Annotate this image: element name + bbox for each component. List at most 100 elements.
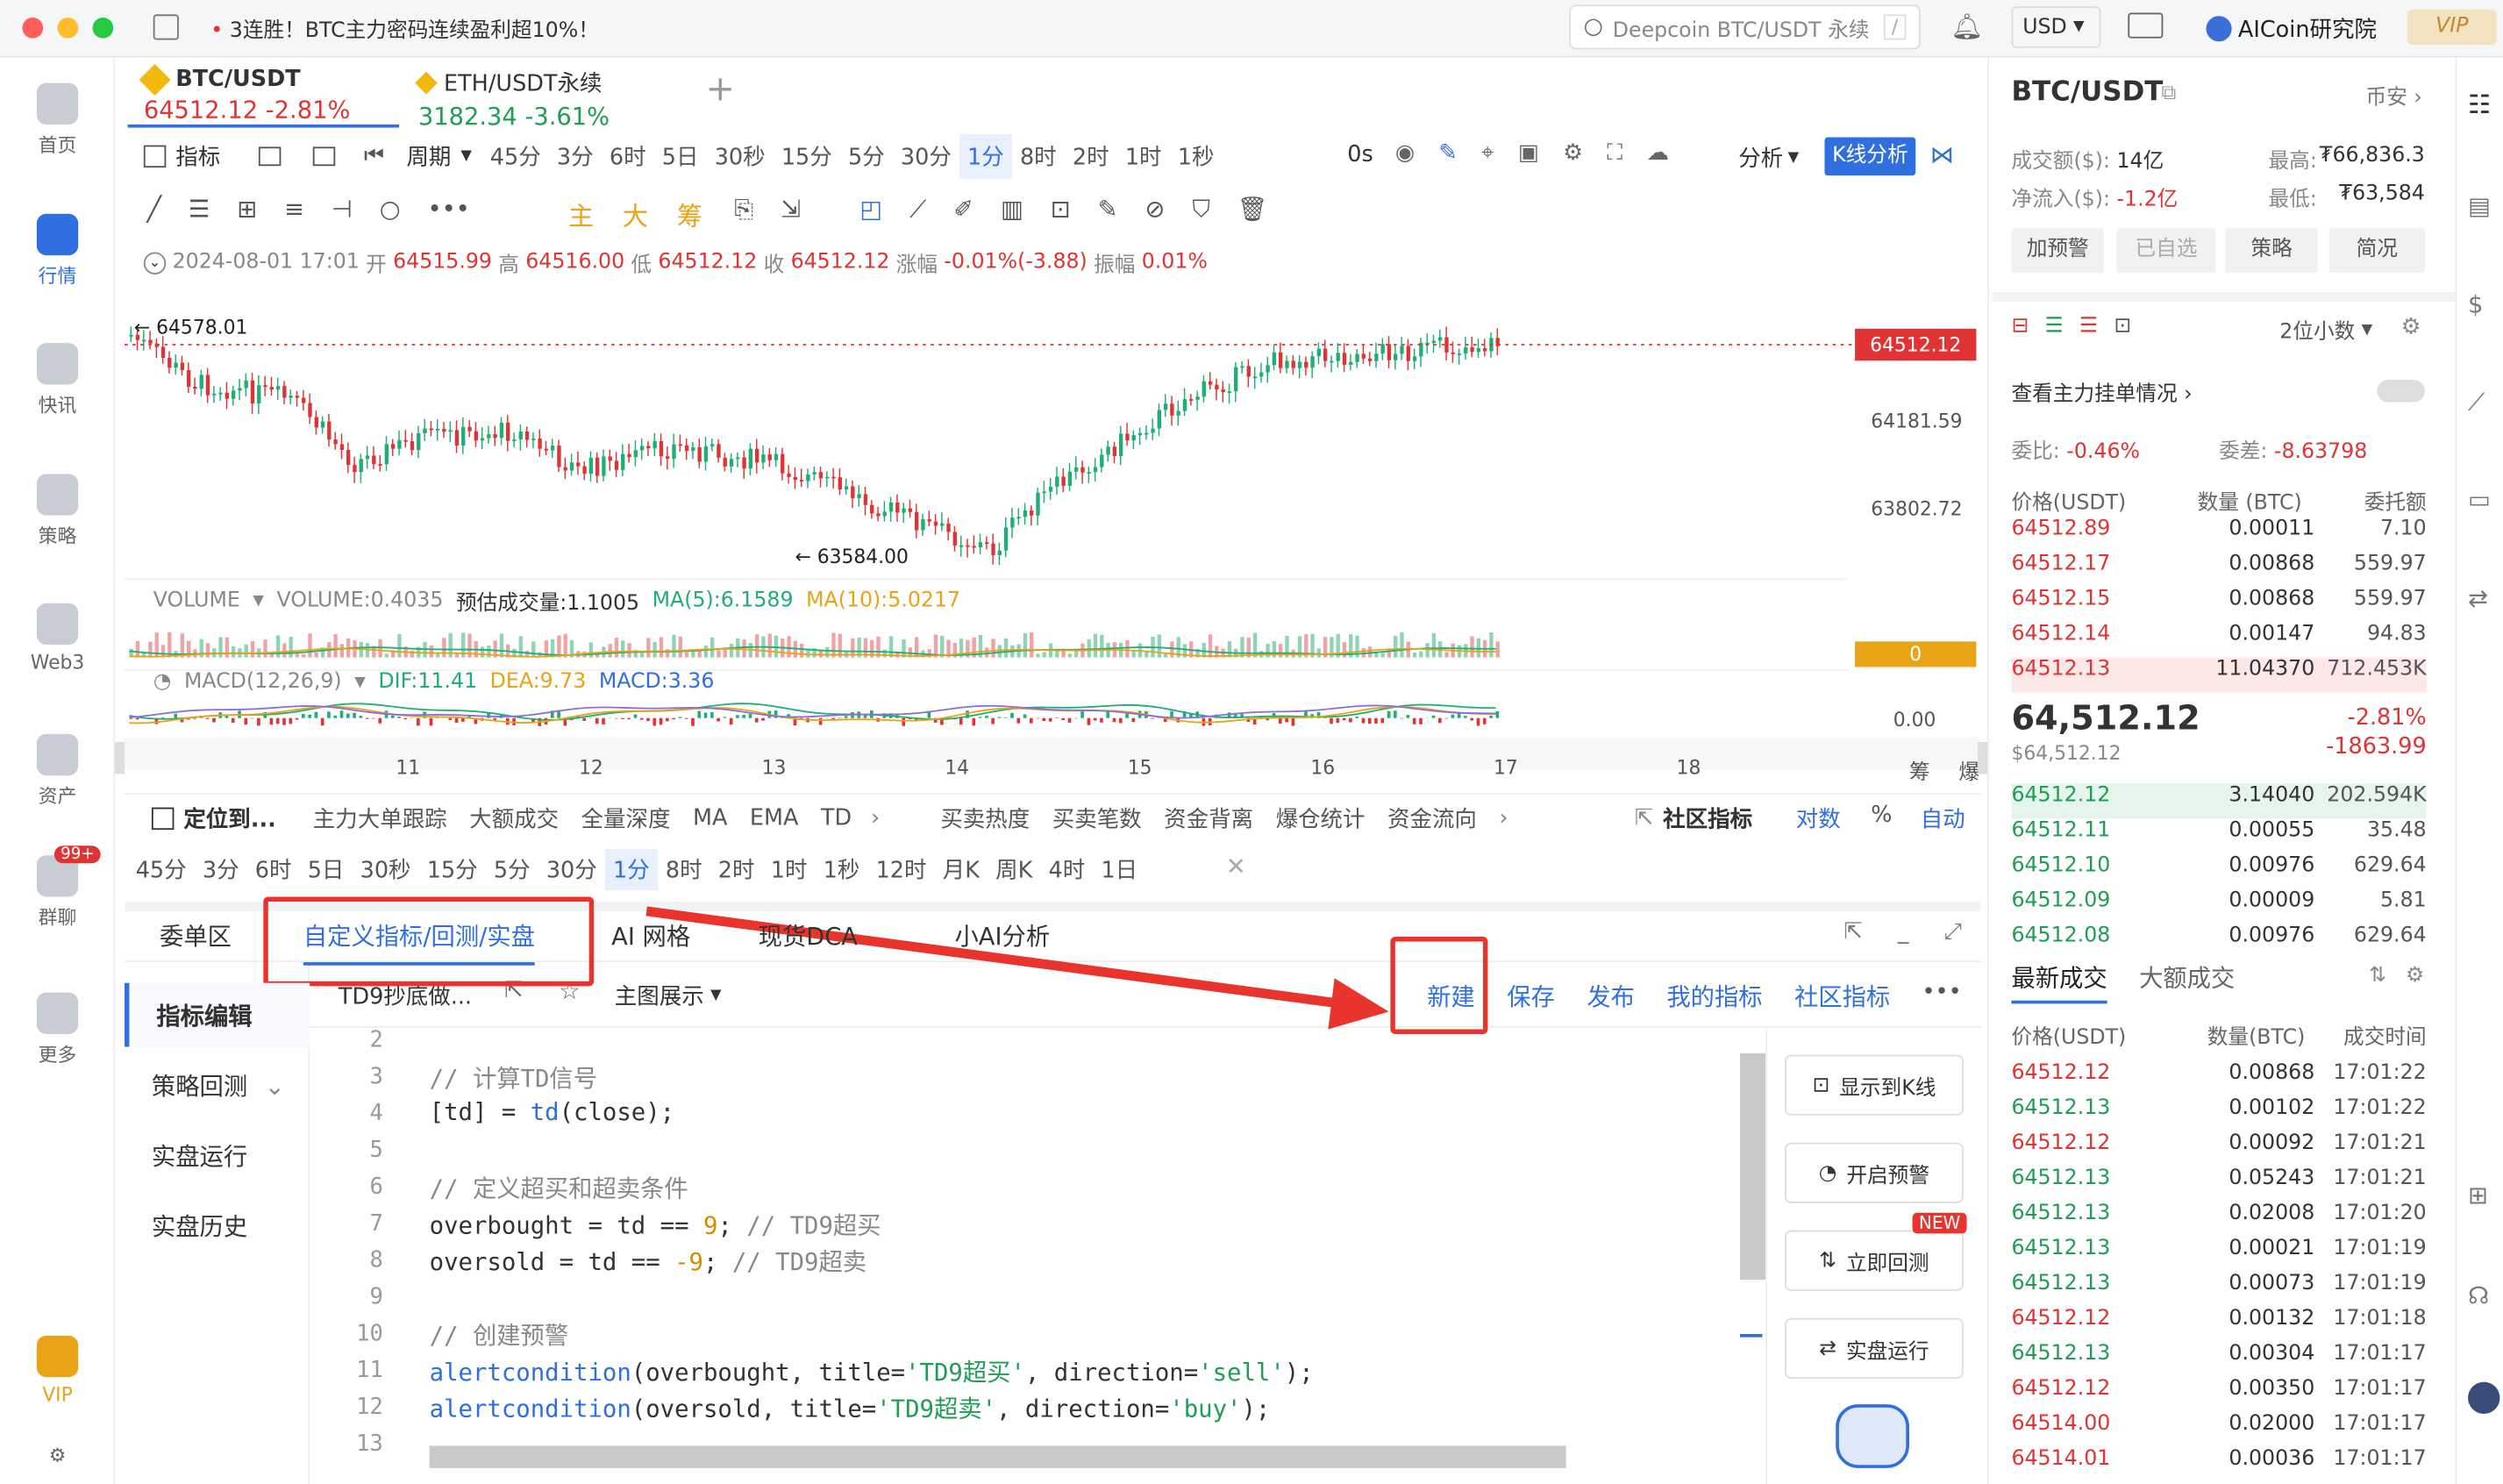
right-icon-strip bbox=[2455, 57, 2503, 1484]
line-number: 10 bbox=[356, 1321, 383, 1347]
orderbook-header: 价格(USDT) 数量 (BTC) 委托额 bbox=[2011, 491, 2427, 516]
swap-circle-icon[interactable]: ⇄ bbox=[2468, 584, 2488, 613]
tab-latest-trades[interactable]: 最新成交 bbox=[2011, 960, 2107, 1004]
code-line[interactable]: // 计算TD信号 bbox=[430, 1061, 597, 1098]
bid-row[interactable]: 64512.12 3.14040 202.594K bbox=[2011, 783, 2427, 819]
code-line[interactable]: [td] = td(close); bbox=[430, 1098, 674, 1135]
editor-nav-2[interactable]: 实盘运行 bbox=[125, 1124, 310, 1188]
sidebar-item-web3[interactable]: Web3 bbox=[0, 603, 115, 674]
favorited-button[interactable]: 已自选 bbox=[2116, 228, 2216, 274]
code-line[interactable]: oversold = td == -9; // TD9超卖 bbox=[430, 1245, 866, 1281]
list-icon[interactable]: ☷ bbox=[2468, 89, 2491, 120]
trade-row[interactable]: 64512.13 0.00102 17:01:22 bbox=[2011, 1096, 2426, 1131]
trade-settings-icon[interactable]: ⚙ bbox=[2406, 964, 2424, 988]
sidebar-item-robot[interactable]: 策略 bbox=[0, 474, 115, 549]
code-line[interactable]: alertcondition(oversold, title='TD9超卖', … bbox=[430, 1392, 1271, 1429]
bid-row[interactable]: 64512.09 0.00009 5.81 bbox=[2011, 888, 2426, 924]
line-number: 8 bbox=[369, 1247, 383, 1274]
bottom-tab-3[interactable]: 现货DCA bbox=[759, 919, 858, 952]
settings-sidebar-icon[interactable]: ⚙ bbox=[0, 1445, 115, 1466]
sidebar-item-label: 快讯 bbox=[38, 394, 77, 417]
x-tick: 15 bbox=[1127, 756, 1152, 779]
editor-nav-3[interactable]: 实盘历史 bbox=[125, 1194, 310, 1258]
trade-row[interactable]: 64514.01 0.00036 17:01:17 bbox=[2011, 1447, 2426, 1482]
code-line[interactable]: overbought = td == 9; // TD9超买 bbox=[430, 1208, 881, 1245]
line-number: 9 bbox=[369, 1284, 383, 1310]
trade-filter-icon[interactable]: ⇅ bbox=[2369, 964, 2386, 988]
bottom-tab-4[interactable]: 小AI分析 bbox=[954, 919, 1050, 952]
sidebar-item-news[interactable]: 快讯 bbox=[0, 343, 115, 418]
ask-row[interactable]: 64512.89 0.00011 7.10 bbox=[2011, 517, 2426, 552]
sidebar-item-market[interactable]: 行情 bbox=[0, 213, 115, 289]
line-number: 2 bbox=[369, 1027, 383, 1053]
orderbook-bids-icon[interactable]: ☰ bbox=[2045, 314, 2064, 338]
sidebar-item-label: 行情 bbox=[38, 265, 77, 288]
headset-icon[interactable]: ☊ bbox=[2468, 1281, 2489, 1310]
bottom-tab-1[interactable]: 自定义指标/回测/实盘 bbox=[303, 919, 535, 966]
sidebar-item-wallet[interactable]: 资产 bbox=[0, 733, 115, 810]
last-price-usd: $64,512.12 bbox=[2011, 742, 2121, 765]
sidebar-item-home[interactable]: 首页 bbox=[0, 82, 115, 159]
bid-row[interactable]: 64512.10 0.00976 629.64 bbox=[2011, 853, 2426, 888]
ask-row[interactable]: 64512.17 0.00868 559.97 bbox=[2011, 553, 2426, 588]
trade-row[interactable]: 64512.13 0.00073 17:01:19 bbox=[2011, 1272, 2426, 1307]
dollar-icon[interactable]: $ bbox=[2468, 290, 2483, 319]
tab-large-trades[interactable]: 大额成交 bbox=[2139, 960, 2235, 994]
trade-row[interactable]: 64512.12 0.00132 17:01:18 bbox=[2011, 1307, 2426, 1342]
x-tick: 12 bbox=[578, 756, 603, 779]
main-orders-toggle[interactable] bbox=[2377, 380, 2425, 403]
sidebar-item-grid[interactable]: 更多 bbox=[0, 992, 115, 1068]
orderbook-both-icon[interactable]: ⊟ bbox=[2011, 314, 2029, 338]
line-number: 12 bbox=[356, 1395, 383, 1421]
trade-row[interactable]: 64512.13 0.00304 17:01:17 bbox=[2011, 1342, 2426, 1377]
code-line[interactable]: // 定义超买和超卖条件 bbox=[430, 1171, 688, 1208]
ask-row[interactable]: 64512.15 0.00868 559.97 bbox=[2011, 588, 2426, 623]
trade-row[interactable]: 64512.13 0.05243 17:01:21 bbox=[2011, 1167, 2426, 1202]
sidebar-item-vip[interactable]: VIP bbox=[0, 1335, 115, 1406]
editor-nav-1[interactable]: 策略回测 ⌄ bbox=[125, 1053, 310, 1117]
add-alert-button[interactable]: 加预警 bbox=[2011, 228, 2105, 274]
doc-icon[interactable]: ▤ bbox=[2468, 191, 2491, 220]
trade-row[interactable]: 64512.12 0.00092 17:01:21 bbox=[2011, 1131, 2426, 1167]
orderbook-depth-icon[interactable]: ⊡ bbox=[2114, 314, 2131, 338]
ask-row[interactable]: 64512.14 0.00147 94.83 bbox=[2011, 623, 2426, 658]
trade-row[interactable]: 64512.12 0.00350 17:01:17 bbox=[2011, 1377, 2426, 1412]
bottom-tab-2[interactable]: AI 网格 bbox=[611, 919, 690, 952]
editor-nav-0[interactable]: 指标编辑 bbox=[124, 982, 310, 1047]
turnover: 成交额($): 14亿 bbox=[2011, 150, 2164, 175]
day-high: 最高: ₮66,836.3 bbox=[2268, 143, 2425, 175]
main-orders-link[interactable]: 查看主力挂单情况 › bbox=[2011, 376, 2192, 407]
orderbook-settings-icon[interactable]: ⚙ bbox=[2401, 314, 2421, 339]
trade-row[interactable]: 64514.00 0.02000 17:01:17 bbox=[2011, 1412, 2426, 1447]
trade-row[interactable]: 64512.13 0.00021 17:01:19 bbox=[2011, 1237, 2426, 1272]
wallet-icon bbox=[36, 733, 79, 776]
chevron-down-icon: ⌄ bbox=[257, 1072, 285, 1102]
bid-row[interactable]: 64512.08 0.00976 629.64 bbox=[2011, 924, 2426, 959]
decimals-select[interactable]: 2位小数 ▼ bbox=[2279, 314, 2372, 345]
editor-nav-label: 实盘运行 bbox=[151, 1142, 248, 1172]
code-line[interactable]: alertcondition(overbought, title='TD9超买'… bbox=[430, 1355, 1314, 1392]
last-price-change: -1863.99 bbox=[2326, 733, 2427, 760]
code-line[interactable]: // 创建预警 bbox=[430, 1318, 569, 1355]
line-number: 3 bbox=[369, 1064, 383, 1090]
bid-row[interactable]: 64512.11 0.00055 35.48 bbox=[2011, 818, 2426, 853]
home-icon bbox=[36, 82, 79, 125]
netflow: 净流入($): -1.2亿 bbox=[2011, 188, 2179, 212]
overview-button[interactable]: 简况 bbox=[2328, 228, 2425, 274]
trade-row[interactable]: 64512.12 0.00868 17:01:22 bbox=[2011, 1061, 2426, 1096]
sidebar-item-label: 群聊 bbox=[38, 906, 77, 929]
monitor-icon[interactable]: ▭ bbox=[2468, 485, 2491, 514]
bot-icon[interactable] bbox=[2468, 1381, 2500, 1414]
trend-icon[interactable]: ⟋ bbox=[2468, 388, 2485, 417]
trades-header: 价格(USDT) 数量(BTC) 成交时间 bbox=[2011, 1025, 2427, 1051]
strategy-button[interactable]: 策略 bbox=[2225, 228, 2318, 274]
order-diff: 委差: -8.63798 bbox=[2219, 440, 2368, 465]
trade-row[interactable]: 64512.13 0.02008 17:01:20 bbox=[2011, 1202, 2426, 1237]
layout-panel-icon[interactable]: ⊞ bbox=[2468, 1181, 2488, 1209]
exchange-link[interactable]: 币安 › bbox=[2366, 80, 2422, 110]
sidebar-item-chat[interactable]: 群聊 99+ bbox=[0, 845, 115, 931]
orderbook-asks-icon[interactable]: ☰ bbox=[2079, 314, 2098, 338]
copy-icon[interactable]: ⧉ bbox=[2162, 82, 2177, 105]
bottom-tab-0[interactable]: 委单区 bbox=[160, 919, 232, 952]
ask-row[interactable]: 64512.13 11.04370 712.453K bbox=[2011, 657, 2427, 693]
